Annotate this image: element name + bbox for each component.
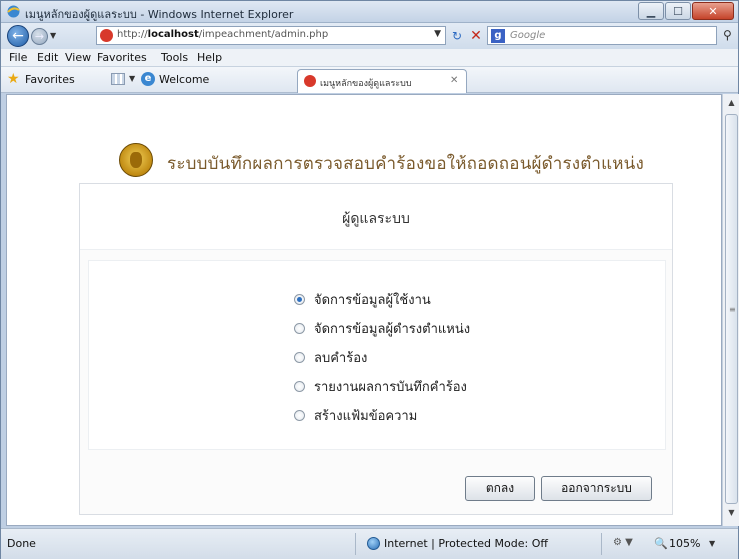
search-icon[interactable]: ⚲ [723, 28, 732, 42]
security-zone[interactable]: Internet | Protected Mode: Off [384, 537, 548, 550]
radio-button[interactable] [294, 380, 305, 392]
menu-help[interactable]: Help [197, 51, 222, 64]
forward-button[interactable]: → [31, 28, 48, 45]
tab-list-dropdown-icon[interactable]: ▼ [129, 74, 135, 83]
tab-admin-menu[interactable]: เมนูหลักของผู้ดูแลระบบ ✕ [297, 69, 467, 93]
refresh-button[interactable]: ↻ [449, 28, 465, 44]
option-label: สร้างแฟ้มข้อความ [314, 408, 418, 424]
scroll-up-icon[interactable]: ▲ [725, 98, 738, 112]
menu-tools[interactable]: Tools [161, 51, 188, 64]
emblem-seal-icon [119, 143, 153, 177]
close-button[interactable]: ✕ [692, 2, 734, 20]
url-text[interactable]: http://localhost/impeachment/admin.php [117, 29, 328, 40]
status-divider [601, 533, 602, 555]
menu-view[interactable]: View [65, 51, 91, 64]
title-bar: เมนูหลักของผู้ดูแลระบบ - Windows Interne… [1, 1, 738, 23]
window-controls: ▁ ☐ ✕ [638, 2, 734, 20]
option-manage-officeholders[interactable]: จัดการข้อมูลผู้ดำรงตำแหน่ง [294, 319, 470, 337]
tab-favicon-icon [304, 75, 316, 87]
radio-button[interactable] [294, 293, 305, 305]
favorite-link-welcome[interactable]: Welcome [159, 73, 209, 86]
search-box[interactable]: g Google [487, 26, 717, 45]
radio-button[interactable] [294, 351, 305, 363]
option-label: ลบคำร้อง [314, 350, 368, 366]
option-label: รายงานผลการบันทึกคำร้อง [314, 379, 467, 395]
option-petition-report[interactable]: รายงานผลการบันทึกคำร้อง [294, 377, 467, 395]
panel-header: ผู้ดูแลระบบ [80, 184, 672, 250]
admin-panel: ผู้ดูแลระบบ จัดการข้อมูลผู้ใช้งาน จัดการ… [79, 183, 673, 515]
scroll-down-icon[interactable]: ▼ [725, 508, 738, 522]
address-toolbar: ← → ▼ http://localhost/impeachment/admin… [1, 23, 738, 49]
option-delete-petition[interactable]: ลบคำร้อง [294, 348, 367, 366]
option-label: จัดการข้อมูลผู้ใช้งาน [314, 292, 431, 308]
scroll-grip-icon: ≡ [729, 305, 736, 314]
menu-bar: File Edit View Favorites Tools Help [1, 49, 738, 67]
ok-button[interactable]: ตกลง [465, 476, 535, 501]
site-title: ระบบบันทึกผลการตรวจสอบคำร้องขอให้ถอดถอนผ… [167, 154, 644, 174]
favorites-star-icon[interactable]: ★ [7, 71, 20, 87]
menu-file[interactable]: File [9, 51, 27, 64]
favorites-button[interactable]: Favorites [25, 73, 75, 86]
panel-title: ผู้ดูแลระบบ [342, 211, 410, 227]
site-favicon-icon [100, 29, 113, 42]
option-create-text-file[interactable]: สร้างแฟ้มข้อความ [294, 406, 417, 424]
option-label: จัดการข้อมูลผู้ดำรงตำแหน่ง [314, 321, 471, 337]
vertical-scrollbar[interactable]: ▲ ≡ ▼ [722, 94, 739, 526]
google-icon: g [491, 29, 505, 43]
address-bar[interactable]: http://localhost/impeachment/admin.php ▼ [96, 26, 446, 45]
status-divider [355, 533, 356, 555]
zoom-dropdown-icon[interactable]: ▼ [709, 539, 715, 548]
status-text: Done [7, 537, 36, 550]
logout-button[interactable]: ออกจากระบบ [541, 476, 652, 501]
quick-tabs-icon[interactable] [111, 73, 125, 85]
forward-arrow-icon: → [34, 30, 45, 43]
favorites-bar: ★ Favorites ▼ e Welcome เมนูหลักของผู้ดู… [1, 67, 738, 93]
settings-dropdown-icon[interactable]: ⚙ ▼ [613, 537, 633, 548]
minimize-button[interactable]: ▁ [638, 2, 664, 20]
search-placeholder: Google [510, 30, 546, 41]
stop-icon: ✕ [470, 28, 482, 44]
back-button[interactable]: ← [7, 25, 29, 47]
page-viewport: ระบบบันทึกผลการตรวจสอบคำร้องขอให้ถอดถอนผ… [6, 94, 722, 526]
refresh-icon: ↻ [451, 29, 463, 43]
radio-button[interactable] [294, 409, 305, 421]
zoom-icon[interactable]: 🔍 [654, 537, 668, 550]
option-manage-users[interactable]: จัดการข้อมูลผู้ใช้งาน [294, 290, 431, 308]
browser-window: เมนูหลักของผู้ดูแลระบบ - Windows Interne… [0, 0, 739, 559]
welcome-ie-icon: e [141, 72, 155, 86]
status-bar: Done Internet | Protected Mode: Off ⚙ ▼ … [1, 528, 738, 559]
internet-zone-icon [367, 537, 380, 550]
address-dropdown-icon[interactable]: ▼ [434, 29, 441, 39]
menu-options: จัดการข้อมูลผู้ใช้งาน จัดการข้อมูลผู้ดำร… [88, 260, 666, 450]
tab-close-icon[interactable]: ✕ [450, 75, 458, 86]
radio-button[interactable] [294, 322, 305, 334]
window-title: เมนูหลักของผู้ดูแลระบบ - Windows Interne… [25, 8, 294, 21]
menu-favorites[interactable]: Favorites [97, 51, 147, 64]
tab-label: เมนูหลักของผู้ดูแลระบบ [320, 79, 412, 89]
history-dropdown-icon[interactable]: ▼ [50, 31, 56, 40]
zoom-level[interactable]: 105% [669, 537, 700, 550]
maximize-button[interactable]: ☐ [665, 2, 691, 20]
stop-button[interactable]: ✕ [468, 28, 484, 44]
site-header: ระบบบันทึกผลการตรวจสอบคำร้องขอให้ถอดถอนผ… [85, 143, 669, 181]
menu-edit[interactable]: Edit [37, 51, 58, 64]
scroll-thumb[interactable]: ≡ [725, 114, 738, 504]
ie-logo-icon [7, 5, 20, 18]
back-arrow-icon: ← [12, 28, 24, 44]
